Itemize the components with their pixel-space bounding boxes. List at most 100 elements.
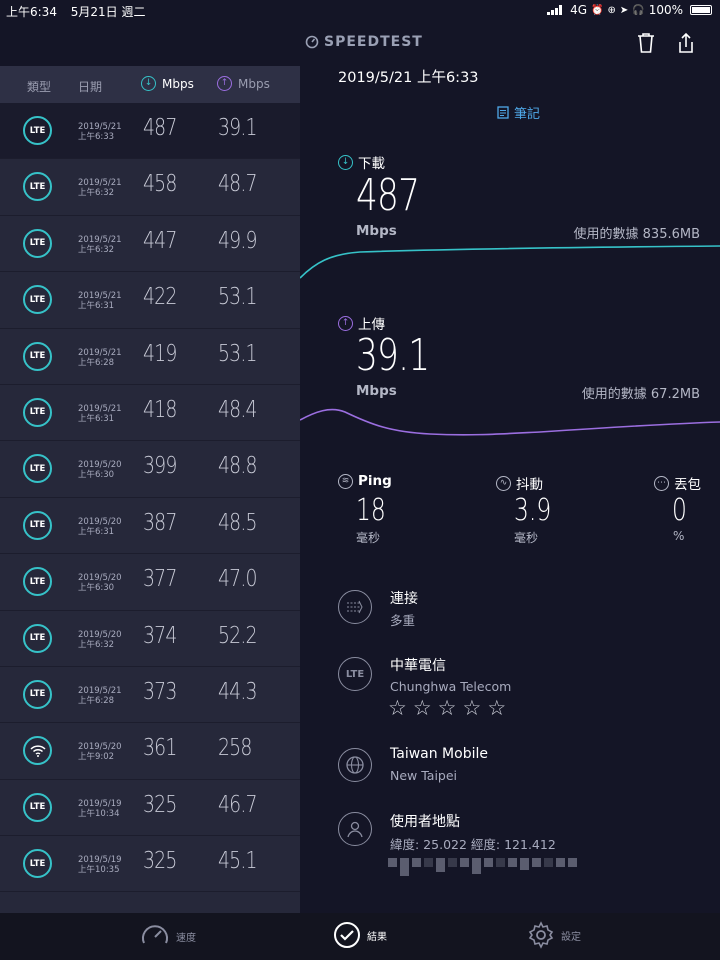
- tab-results-label: 結果: [367, 931, 387, 943]
- row-date: 2019/5/21: [78, 122, 122, 132]
- history-row[interactable]: LTE 2019/5/20 上午6:30 377 47.0: [0, 554, 300, 611]
- row-date: 2019/5/19: [78, 798, 122, 809]
- ping-icon: ≋: [338, 473, 353, 489]
- history-row[interactable]: LTE 2019/5/20 上午6:30 399 48.8: [0, 441, 300, 498]
- ping-unit: 毫秒: [356, 531, 381, 545]
- download-label: 下載: [358, 156, 385, 172]
- status-time: 上午6:34: [6, 5, 57, 19]
- row-time: 上午6:31: [78, 301, 115, 312]
- row-time: 上午9:02: [78, 752, 115, 763]
- history-row[interactable]: LTE 2019/5/21 上午6:31 422 53.1: [0, 272, 300, 329]
- history-row[interactable]: LTE 2019/5/21 上午6:33 487 39.1: [0, 103, 300, 160]
- wifi-icon: [23, 736, 52, 766]
- history-row[interactable]: LTE 2019/5/20 上午6:32 374 52.2: [0, 611, 300, 667]
- column-date[interactable]: 日期: [78, 78, 102, 95]
- row-download: 399: [143, 453, 177, 480]
- download-unit: Mbps: [356, 223, 397, 239]
- history-row[interactable]: 2019/5/20 上午9:02 361 258: [0, 723, 300, 780]
- history-row[interactable]: LTE 2019/5/21 上午6:31 418 48.4: [0, 385, 300, 442]
- jitter-icon: ∿: [496, 475, 511, 491]
- tab-settings[interactable]: 設定: [527, 921, 581, 949]
- row-upload: 39.1: [218, 115, 258, 141]
- row-upload: 48.4: [218, 396, 258, 423]
- tab-results[interactable]: 結果: [333, 921, 387, 949]
- row-date: 2019/5/20: [78, 629, 122, 640]
- history-row[interactable]: LTE 2019/5/21 上午6:28 419 53.1: [0, 329, 300, 385]
- jitter-value: 3.9: [514, 493, 552, 528]
- row-upload: 48.7: [218, 171, 258, 198]
- server-title[interactable]: Taiwan Mobile: [390, 746, 488, 762]
- star-icon[interactable]: ☆: [438, 698, 457, 719]
- share-icon: [679, 32, 693, 53]
- tab-speed[interactable]: 速度: [140, 921, 196, 951]
- loss-label: 丟包: [674, 477, 701, 493]
- row-download: 419: [143, 340, 177, 367]
- loss-label-group: ⋯ 丟包: [654, 473, 701, 493]
- row-upload: 53.1: [218, 340, 258, 367]
- row-download: 325: [143, 848, 177, 875]
- row-datetime: 2019/5/20 上午6:32: [78, 630, 122, 650]
- row-datetime: 2019/5/20 上午6:31: [78, 517, 122, 537]
- row-time: 上午6:32: [78, 244, 115, 255]
- upload-graph: [300, 408, 720, 436]
- lte-icon: LTE: [23, 510, 52, 540]
- row-download: 374: [143, 622, 177, 649]
- lte-icon: LTE: [23, 397, 52, 427]
- download-value: 487: [356, 170, 420, 221]
- upload-arrow-icon: ↑: [217, 76, 232, 91]
- star-icon[interactable]: ☆: [462, 698, 481, 719]
- notes-icon: [497, 106, 509, 119]
- lte-icon: LTE: [23, 116, 52, 145]
- star-icon[interactable]: ☆: [388, 698, 407, 719]
- history-row[interactable]: LTE 2019/5/19 上午10:34 325 46.7: [0, 780, 300, 837]
- row-datetime: 2019/5/20 上午6:30: [78, 573, 122, 593]
- history-row[interactable]: LTE 2019/5/19 上午10:35 325 45.1: [0, 836, 300, 893]
- loss-value: 0: [672, 493, 687, 528]
- row-date: 2019/5/21: [78, 347, 122, 358]
- download-arrow-icon: ↓: [338, 154, 353, 170]
- ping-label: Ping: [358, 473, 392, 489]
- download-arrow-icon: ↓: [141, 76, 156, 91]
- loss-unit: %: [673, 529, 685, 543]
- checkmark-circle-icon: [334, 922, 360, 948]
- lte-icon: LTE: [23, 792, 52, 822]
- download-graph: [300, 245, 720, 279]
- location-coords: 緯度: 25.022 經度: 121.412: [390, 837, 556, 852]
- row-date: 2019/5/20: [78, 573, 122, 584]
- notes-button[interactable]: 筆記: [497, 103, 540, 122]
- row-download: 361: [143, 735, 177, 762]
- trash-icon: [638, 33, 654, 53]
- upload-unit: Mbps: [356, 383, 397, 399]
- speedometer-icon: [142, 925, 168, 944]
- row-datetime: 2019/5/21 上午6:31: [78, 404, 122, 424]
- delete-button[interactable]: [636, 32, 656, 58]
- history-row[interactable]: LTE 2019/5/21 上午6:28 373 44.3: [0, 667, 300, 724]
- column-download[interactable]: ↓ Mbps: [141, 76, 194, 91]
- status-bar: 上午6:34 5月21日 週二 4G ⏰ ⊕ ➤ 🎧 100%: [0, 0, 720, 20]
- tab-bar: 速度 結果 設定: [0, 913, 720, 960]
- star-icon[interactable]: ☆: [487, 698, 506, 719]
- lte-icon: LTE: [338, 657, 372, 691]
- gear-icon: [528, 921, 554, 949]
- cellular-signal-icon: [547, 5, 563, 15]
- column-upload[interactable]: ↑ Mbps: [217, 76, 270, 91]
- row-date: 2019/5/20: [78, 460, 122, 471]
- row-upload: 48.8: [218, 453, 258, 480]
- lte-icon: LTE: [23, 228, 52, 258]
- provider-rating[interactable]: ☆ ☆ ☆ ☆ ☆: [388, 698, 506, 719]
- network-type: 4G: [570, 3, 587, 17]
- star-icon[interactable]: ☆: [413, 698, 432, 719]
- history-row[interactable]: LTE 2019/5/21 上午6:32 458 48.7: [0, 159, 300, 216]
- packet-loss-icon: ⋯: [654, 475, 669, 491]
- column-type[interactable]: 類型: [27, 78, 51, 95]
- row-time: 上午6:32: [78, 188, 115, 199]
- lte-icon: LTE: [23, 679, 52, 709]
- share-button[interactable]: [676, 32, 696, 58]
- row-datetime: 2019/5/19 上午10:35: [78, 855, 122, 875]
- row-datetime: 2019/5/21 上午6:32: [78, 235, 122, 255]
- lte-icon: LTE: [23, 172, 52, 202]
- tab-speed-label: 速度: [176, 932, 196, 944]
- history-row[interactable]: LTE 2019/5/20 上午6:31 387 48.5: [0, 498, 300, 555]
- history-row[interactable]: LTE 2019/5/21 上午6:32 447 49.9: [0, 216, 300, 273]
- row-time: 上午10:35: [78, 865, 120, 876]
